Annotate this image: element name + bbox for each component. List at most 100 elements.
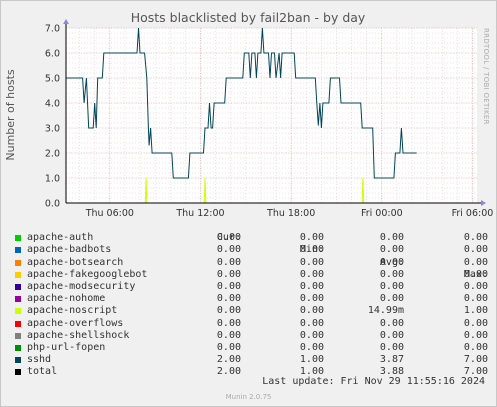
legend-name: apache-badbots (27, 244, 112, 256)
legend-cur: 0.00 (216, 317, 241, 329)
legend-min: 0.00 (299, 341, 324, 353)
legend-cur: 0.00 (216, 341, 241, 353)
legend-max: 0.00 (463, 280, 488, 292)
legend-name: apache-modsecurity (27, 280, 136, 292)
legend-cur: 0.00 (216, 293, 241, 305)
y-tick-label: 2.0 (45, 149, 60, 160)
legend-rows: apache-auth 0.00 0.00 0.00 0.00 apache-badbot… (12, 232, 488, 378)
legend-min: 0.00 (299, 305, 324, 317)
x-tick-label: Thu 12:00 (175, 208, 224, 219)
legend-row: apache-overflows 0.00 0.00 0.00 0.00 (12, 318, 488, 330)
legend-name: apache-noscript (27, 305, 118, 317)
legend-name: apache-fakegooglebot (27, 268, 148, 280)
legend-avg: 3.87 (379, 354, 404, 366)
legend-swatch (15, 369, 21, 376)
y-tick-label: 4.0 (45, 99, 60, 110)
legend-min: 0.00 (299, 244, 324, 256)
legend-cur: 2.00 (216, 354, 241, 366)
legend-table: Cur: Min: Avg: Max: apache-auth 0.00 0.00 0… (12, 220, 488, 378)
legend-cur: 0.00 (216, 256, 241, 268)
legend-name: apache-auth (27, 232, 94, 244)
legend-max: 0.00 (463, 256, 488, 268)
legend-max: 0.00 (463, 232, 488, 244)
y-tick-label: 1.0 (45, 174, 60, 185)
legend-avg: 0.00 (379, 232, 404, 244)
legend-row: apache-nohome 0.00 0.00 0.00 0.00 (12, 293, 488, 305)
y-axis-label: Number of hosts (4, 69, 17, 161)
y-tick-label: 3.0 (45, 124, 60, 135)
legend-max: 0.00 (463, 293, 488, 305)
y-ticks: 0.0 1.0 2.0 3.0 4.0 5.0 6.0 7.0 (45, 24, 60, 210)
legend-swatch (15, 283, 21, 290)
legend-min: 0.00 (299, 329, 324, 341)
legend-name: apache-botsearch (27, 256, 124, 268)
legend-row: apache-modsecurity 0.00 0.00 0.00 0.00 (12, 281, 488, 293)
y-axis-arrow (63, 19, 69, 24)
legend-avg: 0.00 (379, 256, 404, 268)
legend-name: php-url-fopen (27, 341, 106, 353)
legend-row: apache-fakegooglebot 0.00 0.00 0.00 0.00 (12, 269, 488, 281)
legend-max: 0.00 (463, 329, 488, 341)
legend-header: Cur: Min: Avg: Max: (12, 220, 488, 280)
legend-swatch (15, 271, 21, 278)
legend-cur: 0.00 (216, 244, 241, 256)
legend-avg: 0.00 (379, 244, 404, 256)
legend-swatch (15, 259, 21, 266)
legend-row: apache-badbots 0.00 0.00 0.00 0.00 (12, 244, 488, 256)
x-ticks: Thu 06:00 Thu 12:00 Thu 18:00 Fri 00:00 Fri … (85, 208, 494, 219)
legend-max: 0.00 (463, 317, 488, 329)
legend-max: 0.00 (463, 244, 488, 256)
y-tick-label: 7.0 (45, 24, 60, 35)
legend-swatch (15, 308, 21, 315)
legend-swatch (15, 296, 21, 303)
legend-avg: 0.00 (379, 293, 404, 305)
legend-max: 7.00 (463, 354, 488, 366)
legend-avg: 0.00 (379, 280, 404, 292)
legend-swatch (15, 332, 21, 339)
legend-max: 0.00 (463, 268, 488, 280)
y-tick-label: 6.0 (45, 49, 60, 60)
last-update: Last update: Fri Nov 29 11:55:16 2024 (262, 376, 485, 387)
legend-row: sshd 2.00 1.00 3.87 7.00 (12, 354, 488, 366)
legend-cur: 0.00 (216, 305, 241, 317)
legend-name: sshd (27, 354, 52, 366)
legend-row: apache-noscript 0.00 0.00 14.99m 1.00 (12, 305, 488, 317)
legend-max: 1.00 (463, 305, 488, 317)
legend-swatch (15, 344, 21, 351)
legend-avg: 0.00 (379, 268, 404, 280)
legend-swatch (15, 320, 21, 327)
legend-avg: 0.00 (379, 317, 404, 329)
legend-min: 0.00 (299, 232, 324, 244)
legend-name: total (27, 366, 58, 378)
legend-cur: 0.00 (216, 280, 241, 292)
rrdtool-credit: RRDTOOL / TOBI OETIKER (482, 28, 490, 125)
legend-cur: 0.00 (216, 268, 241, 280)
x-tick-label: Fri 00:00 (361, 208, 403, 219)
legend-swatch (15, 247, 21, 254)
chart-title: Hosts blacklisted by fail2ban - by day (131, 10, 366, 25)
y-tick-label: 5.0 (45, 74, 60, 85)
legend-min: 0.00 (299, 293, 324, 305)
legend-cur: 0.00 (216, 329, 241, 341)
x-tick-label: Thu 18:00 (266, 208, 315, 219)
legend-name: apache-overflows (27, 317, 124, 329)
legend-avg: 0.00 (379, 329, 404, 341)
legend-avg: 0.00 (379, 341, 404, 353)
x-tick-label: Thu 06:00 (85, 208, 134, 219)
legend-swatch (15, 235, 21, 242)
legend-swatch (15, 357, 21, 364)
legend-min: 0.00 (299, 317, 324, 329)
chart-area: Hosts blacklisted by fail2ban - by day N… (4, 10, 494, 219)
legend-min: 0.00 (299, 268, 324, 280)
y-tick-label: 0.0 (45, 199, 60, 210)
legend-row: apache-botsearch 0.00 0.00 0.00 0.00 (12, 257, 488, 269)
legend-cur: 2.00 (216, 366, 241, 378)
legend-cur: 0.00 (216, 232, 241, 244)
munin-version: Munin 2.0.75 (225, 393, 272, 401)
legend-min: 0.00 (299, 256, 324, 268)
x-tick-label: Fri 06:00 (452, 208, 494, 219)
legend-name: apache-shellshock (27, 329, 130, 341)
legend-row: php-url-fopen 0.00 0.00 0.00 0.00 (12, 342, 488, 354)
legend-max: 0.00 (463, 341, 488, 353)
legend-avg: 14.99m (367, 305, 404, 317)
